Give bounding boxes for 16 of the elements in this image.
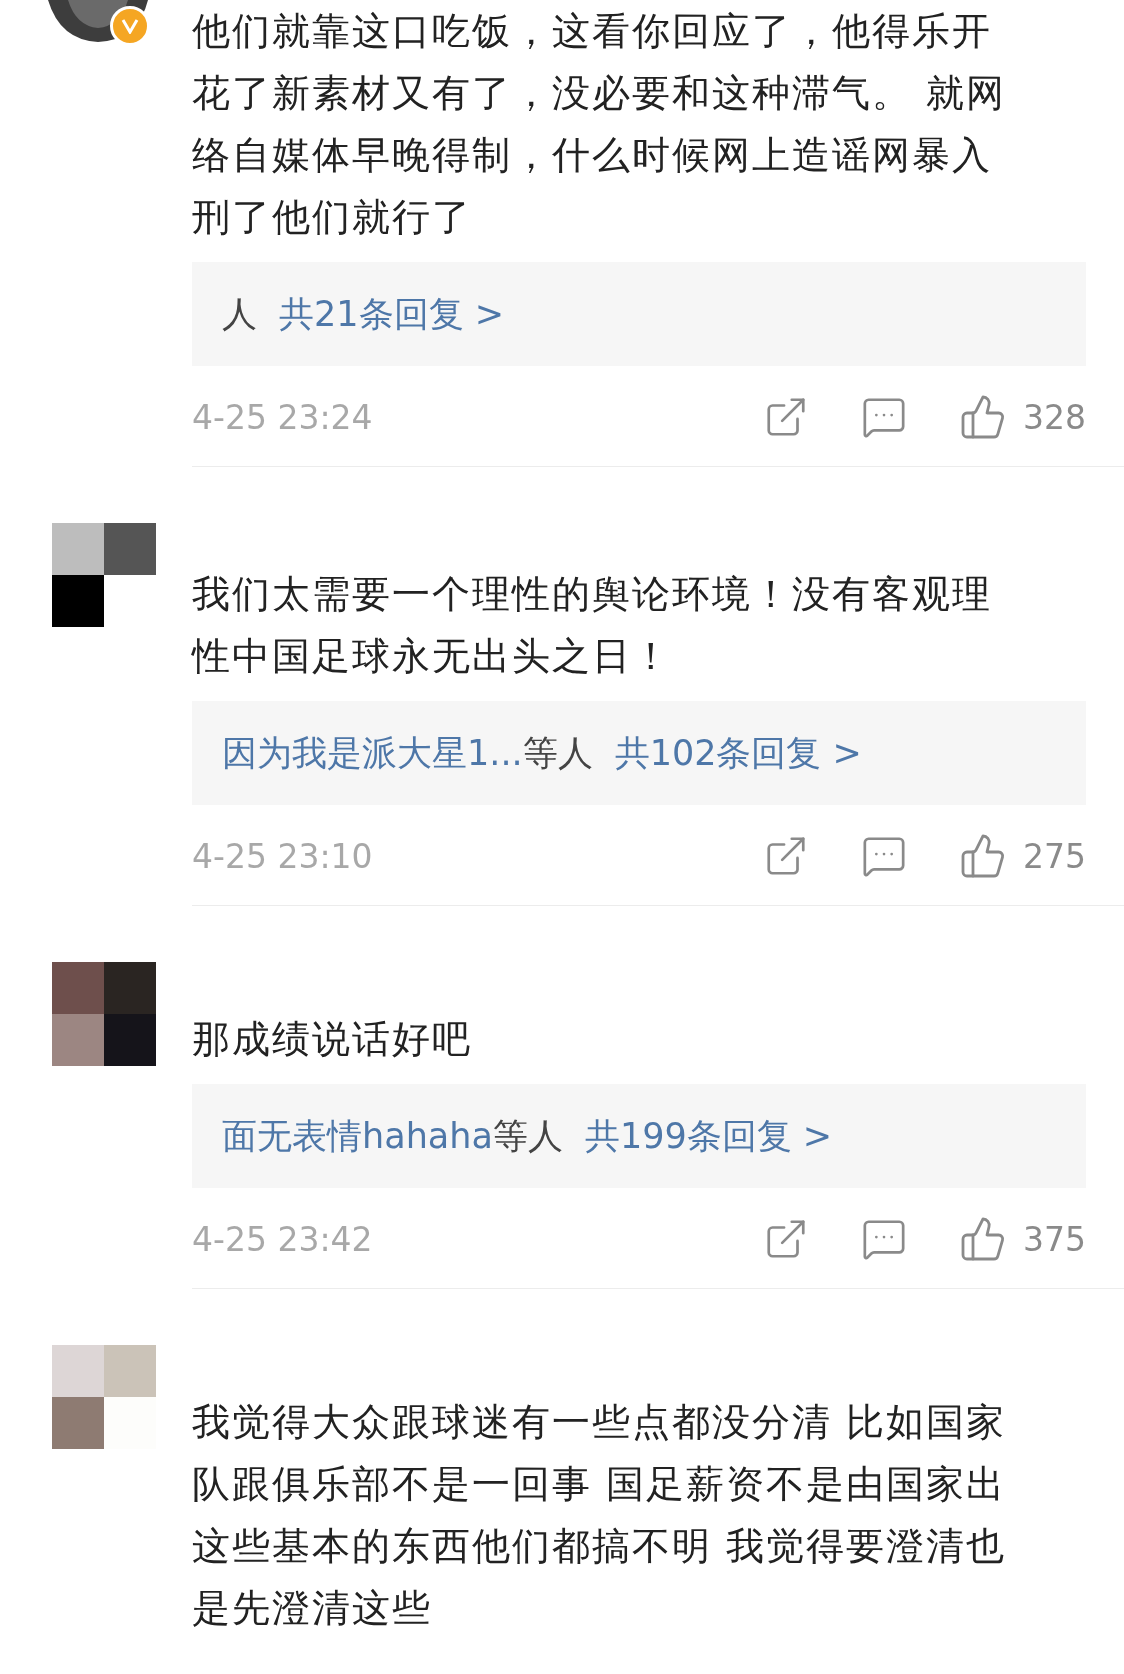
like-icon[interactable] (959, 1215, 1007, 1263)
comment-text: 我们太需要一个理性的舆论环境！没有客观理 性中国足球永无出头之日！ (192, 571, 993, 680)
replies-summary[interactable]: 人 共21条回复 > (192, 262, 1086, 366)
like-count: 375 (1023, 1219, 1086, 1259)
comment-time: 4-25 23:24 (192, 397, 373, 437)
comment-time: 4-25 23:10 (192, 836, 373, 876)
comment-text: 那成绩说话好吧 (192, 1016, 473, 1063)
like-icon[interactable] (959, 393, 1007, 441)
like-icon[interactable] (959, 832, 1007, 880)
like-count: 328 (1023, 397, 1086, 437)
replies-summary[interactable]: 面无表情hahaha等人 共199条回复 > (192, 1084, 1086, 1188)
replies-summary[interactable]: 因为我是派大星1...等人 共102条回复 > (192, 701, 1086, 805)
comment-text: 他们就靠这口吃饭，这看你回应了，他得乐开 花了新素材又有了，没必要和这种滞气。 就网 络自媒体早晚得制，什么时候网上造谣网暴入 刑了他们就行了 (192, 8, 1008, 241)
comment-text: 我觉得大众跟球迷有一些点都没分清 比如国家 队跟俱乐部不是一回事 国足薪资不是由国家出 这些基本的东西他们都搞不明 我觉得要澄清也 是先澄清这些 (192, 1399, 1008, 1632)
like-count: 275 (1023, 836, 1086, 876)
comment-time: 4-25 23:42 (192, 1219, 373, 1259)
